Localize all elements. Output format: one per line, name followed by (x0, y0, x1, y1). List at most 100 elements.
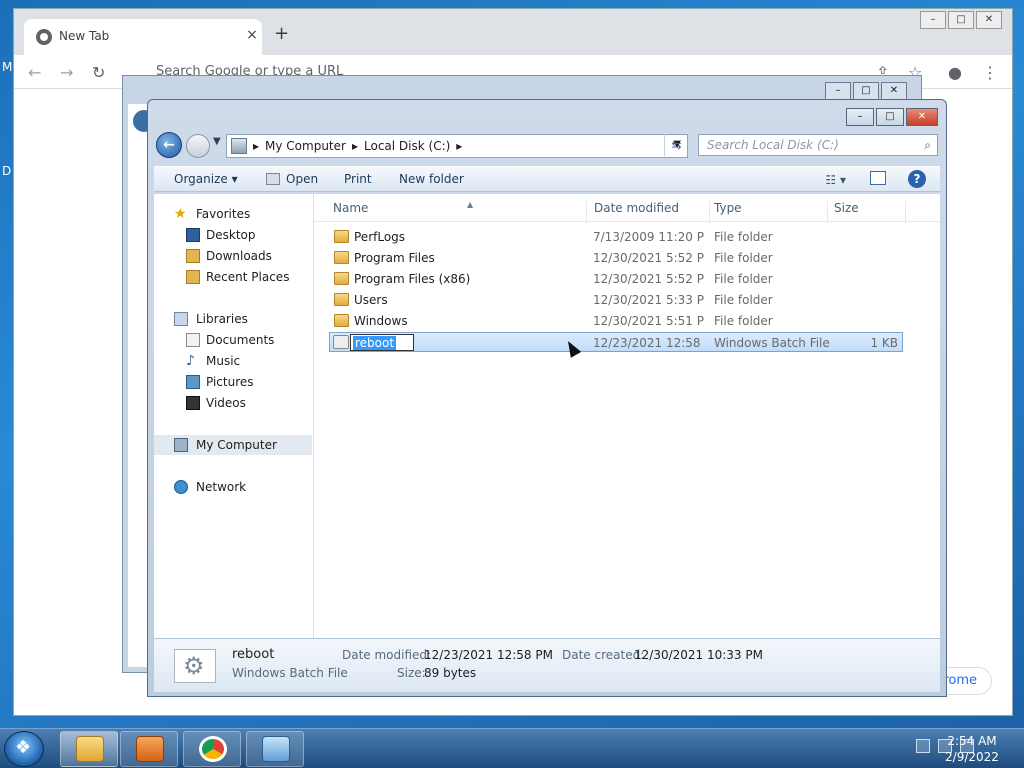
computer-icon (231, 138, 247, 154)
organize-button[interactable]: Organize ▾ (174, 172, 238, 186)
chrome-maximize-button[interactable]: □ (948, 11, 974, 29)
open-label: Open (286, 172, 319, 186)
recent-pages-dropdown-icon[interactable]: ▼ (213, 136, 221, 147)
nav-downloads[interactable]: Downloads (154, 246, 312, 266)
explorer-minimize-button[interactable]: – (846, 108, 874, 126)
column-name-label: Name (333, 201, 369, 215)
my-computer-icon (174, 438, 188, 452)
table-row[interactable]: Users 12/30/2021 5:33 PM File folder (330, 290, 904, 310)
taskbar-control-panel[interactable] (246, 731, 304, 767)
sort-ascending-icon: ▲ (467, 200, 474, 209)
organize-label: Organize (174, 172, 228, 186)
table-row-selected[interactable]: reboot 12/23/2021 12:58 ... Windows Batc… (329, 332, 903, 352)
explorer-maximize-button[interactable]: □ (876, 108, 904, 126)
chrome-menu-icon[interactable]: ⋮ (982, 63, 998, 82)
file-date: 12/23/2021 12:58 ... (593, 336, 705, 350)
file-date: 12/30/2021 5:52 PM (593, 251, 705, 265)
explorer-folder-icon (76, 736, 104, 762)
table-row[interactable]: PerfLogs 7/13/2009 11:20 PM File folder (330, 227, 904, 247)
details-created-label: Date created: (562, 648, 645, 662)
back-arrow-icon[interactable]: ← (28, 63, 41, 82)
back-button-icon[interactable]: ← (156, 132, 182, 158)
details-size-value: 89 bytes (424, 666, 477, 680)
column-name[interactable]: Name ▲ (333, 200, 587, 223)
taskbar-explorer[interactable] (60, 731, 118, 767)
address-bar[interactable]: ▸ My Computer ▸ Local Disk (C:) ▸ ▼ (226, 134, 688, 158)
start-button[interactable] (4, 731, 44, 767)
nav-pictures-label: Pictures (206, 375, 254, 389)
chrome-tab-strip: New Tab × + – □ ✕ (14, 9, 1012, 55)
recent-places-icon (186, 270, 200, 284)
breadcrumb: ▸ My Computer ▸ Local Disk (C:) ▸ (253, 135, 468, 157)
reload-icon[interactable]: ↻ (92, 63, 105, 82)
rename-value: reboot (353, 336, 397, 350)
new-folder-button[interactable]: New folder (399, 172, 464, 186)
print-button[interactable]: Print (344, 172, 372, 186)
forward-button-icon[interactable] (186, 134, 210, 158)
bg-close-button[interactable]: ✕ (881, 82, 907, 100)
nav-desktop[interactable]: Desktop (154, 225, 312, 245)
change-view-icon[interactable]: ☷ ▾ (825, 173, 846, 187)
navigation-row: ← ▼ ▸ My Computer ▸ Local Disk (C:) ▸ ▼ … (156, 132, 938, 158)
chrome-minimize-button[interactable]: – (920, 11, 946, 29)
breadcrumb-my-computer[interactable]: My Computer (265, 135, 346, 157)
nav-documents-label: Documents (206, 333, 275, 347)
open-icon (266, 173, 280, 185)
open-button[interactable]: Open (266, 172, 318, 186)
bg-maximize-button[interactable]: □ (853, 82, 879, 100)
table-row[interactable]: Windows 12/30/2021 5:51 PM File folder (330, 311, 904, 331)
media-player-icon (136, 736, 164, 762)
table-row[interactable]: Program Files 12/30/2021 5:52 PM File fo… (330, 248, 904, 268)
folder-icon (334, 251, 349, 264)
file-name: Program Files (354, 251, 435, 265)
refresh-icon[interactable]: ⇆ (664, 134, 688, 156)
desktop-icon (186, 228, 200, 242)
breadcrumb-separator-icon[interactable]: ▸ (352, 135, 358, 157)
column-date-modified[interactable]: Date modified (594, 201, 710, 223)
action-center-icon[interactable] (916, 739, 930, 753)
folder-icon (334, 272, 349, 285)
file-name: Users (354, 293, 388, 307)
nav-my-computer[interactable]: My Computer (154, 435, 312, 455)
column-size[interactable]: Size (834, 201, 906, 223)
breadcrumb-local-disk[interactable]: Local Disk (C:) (364, 135, 450, 157)
details-modified-label: Date modified: (342, 648, 432, 662)
search-icon[interactable]: ⌕ (924, 135, 931, 155)
taskbar-media-player[interactable] (120, 731, 178, 767)
nav-pictures[interactable]: Pictures (154, 372, 312, 392)
nav-documents[interactable]: Documents (154, 330, 312, 350)
nav-network-label: Network (196, 480, 247, 494)
taskbar-chrome[interactable] (183, 731, 241, 767)
nav-libraries[interactable]: Libraries (154, 309, 312, 329)
nav-music[interactable]: ♪ Music (154, 351, 312, 371)
breadcrumb-separator-icon[interactable]: ▸ (456, 135, 462, 157)
folder-icon (334, 314, 349, 327)
file-date: 12/30/2021 5:52 PM (593, 272, 705, 286)
explorer-close-button[interactable]: ✕ (906, 108, 938, 126)
help-icon[interactable]: ? (908, 170, 926, 188)
bg-minimize-button[interactable]: – (825, 82, 851, 100)
nav-videos[interactable]: Videos (154, 393, 312, 413)
new-tab-button[interactable]: + (274, 23, 289, 44)
documents-icon (186, 333, 200, 347)
tab-close-icon[interactable]: × (242, 27, 262, 43)
chrome-close-button[interactable]: ✕ (976, 11, 1002, 29)
clock-date: 2/9/2022 (945, 750, 999, 764)
forward-arrow-icon[interactable]: → (60, 63, 73, 82)
table-row[interactable]: Program Files (x86) 12/30/2021 5:52 PM F… (330, 269, 904, 289)
nav-network[interactable]: Network (154, 477, 312, 497)
nav-downloads-label: Downloads (206, 249, 272, 263)
nav-recent-places[interactable]: Recent Places (154, 267, 312, 287)
clock[interactable]: 2:54 AM 2/9/2022 (932, 733, 1012, 765)
profile-avatar-icon[interactable]: ● (948, 63, 962, 82)
breadcrumb-separator-icon[interactable]: ▸ (253, 135, 259, 157)
search-input[interactable]: Search Local Disk (C:) ⌕ (698, 134, 938, 156)
column-type[interactable]: Type (714, 201, 828, 223)
chrome-tab-new-tab[interactable]: New Tab × (24, 19, 262, 55)
nav-favorites[interactable]: ★ Favorites (154, 204, 312, 224)
rename-input[interactable]: reboot (350, 334, 414, 351)
file-list: Name ▲ Date modified Type Size PerfLogs … (314, 194, 940, 638)
nav-videos-label: Videos (206, 396, 246, 410)
batch-file-icon (333, 335, 349, 349)
preview-pane-icon[interactable] (870, 171, 886, 185)
